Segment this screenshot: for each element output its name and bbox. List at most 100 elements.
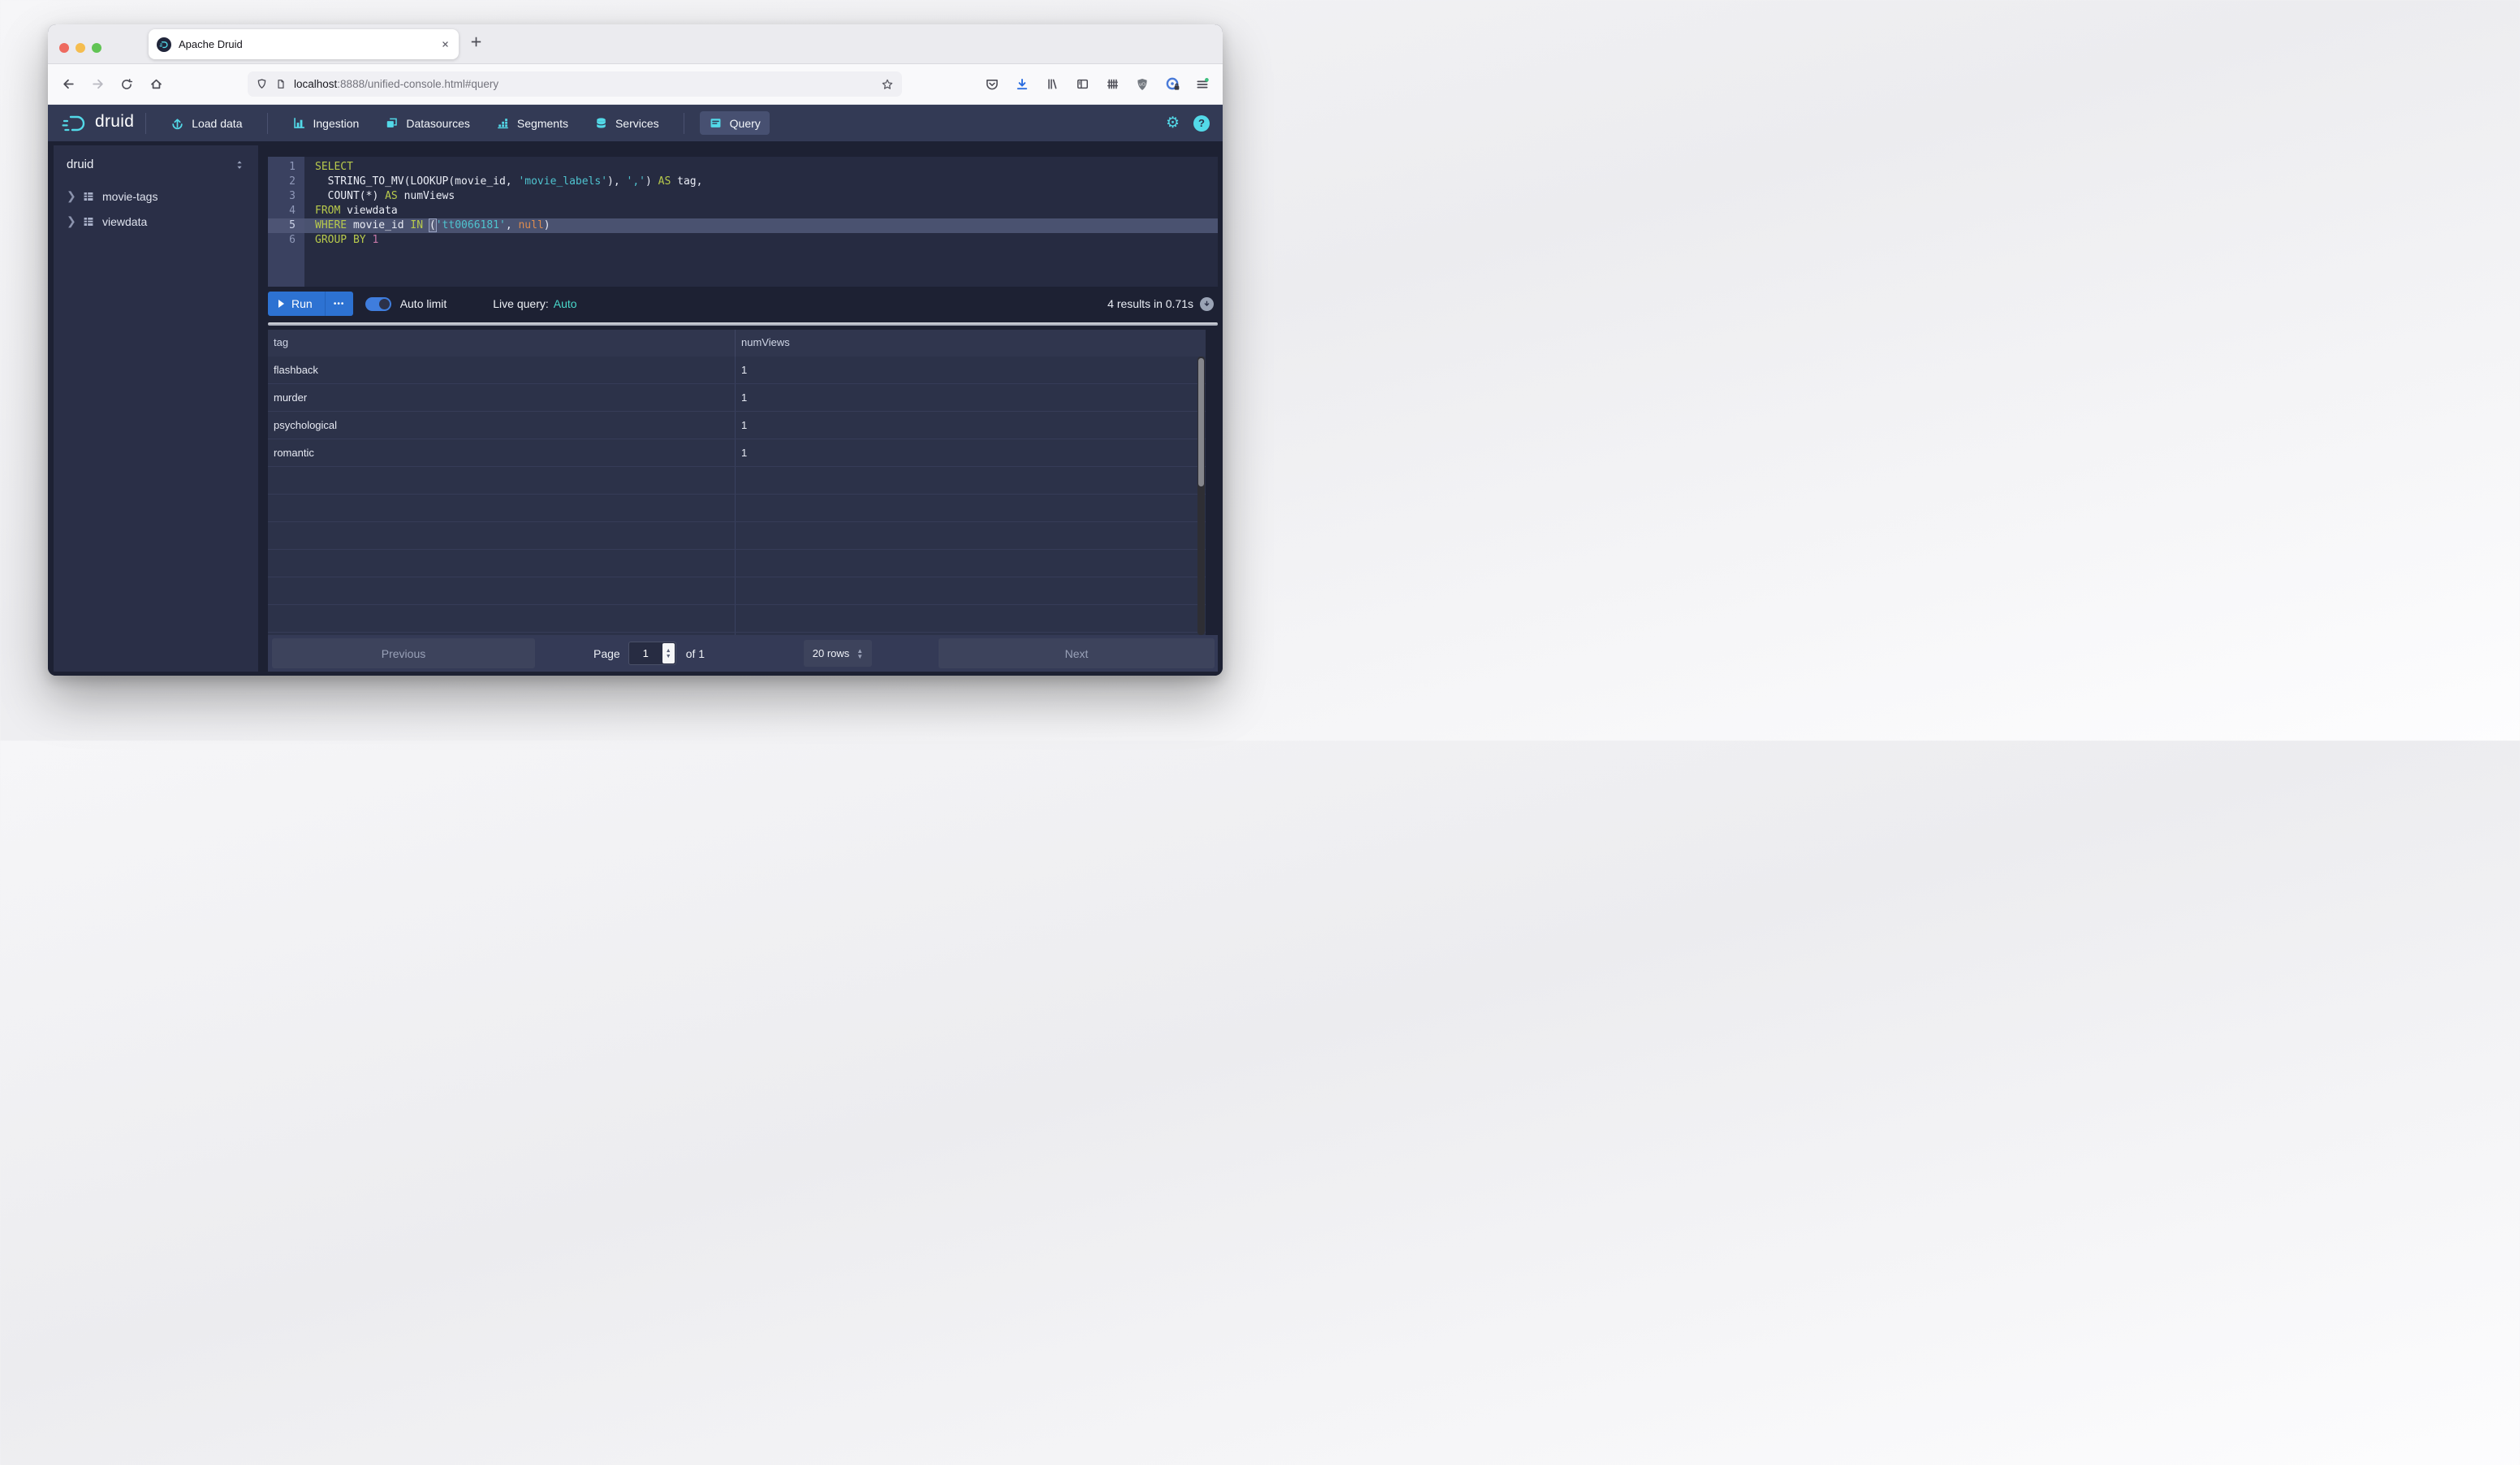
resize-splitter[interactable] [268, 322, 1218, 326]
code-line-content: GROUP BY 1 [304, 233, 1218, 248]
sql-editor[interactable]: 1SELECT2 STRING_TO_MV(LOOKUP(movie_id, '… [268, 157, 1218, 287]
previous-page-button[interactable]: Previous [272, 638, 535, 668]
forward-icon[interactable] [85, 72, 110, 97]
sidebar-table-movie-tags[interactable]: ❯ movie-tags [67, 184, 245, 209]
window-controls [59, 43, 101, 53]
page-spinner[interactable]: ▲▼ [662, 643, 675, 663]
nav-item-query[interactable]: Query [700, 111, 770, 135]
upload-icon [170, 116, 184, 130]
druid-logo[interactable]: druid [61, 113, 134, 134]
table-row[interactable]: murder1 [268, 384, 1206, 412]
back-icon[interactable] [56, 72, 80, 97]
chevron-right-icon[interactable]: ❯ [67, 214, 75, 228]
run-button[interactable]: Run [268, 292, 326, 316]
column-header-tag[interactable]: tag [268, 330, 736, 357]
nav-item-label: Segments [517, 117, 568, 130]
home-icon[interactable] [144, 72, 168, 97]
cell-tag[interactable]: flashback [268, 357, 736, 383]
bookmark-star-icon[interactable] [881, 78, 894, 91]
minimize-window-button[interactable] [76, 43, 85, 53]
live-query-label: Live query: [493, 297, 548, 310]
table-scrollbar[interactable] [1197, 357, 1205, 635]
cell-numviews[interactable]: 1 [736, 412, 1206, 439]
nav-separator [145, 113, 146, 134]
code-line-content: STRING_TO_MV(LOOKUP(movie_id, 'movie_lab… [304, 175, 1218, 189]
code-line-content: WHERE movie_id IN ('tt0066181', null) [304, 218, 1218, 233]
help-icon[interactable]: ? [1193, 115, 1210, 132]
download-icon[interactable] [1010, 72, 1034, 97]
page-number-input[interactable]: 1 ▲▼ [628, 642, 676, 665]
next-page-button[interactable]: Next [939, 638, 1215, 668]
nav-item-label: Services [615, 117, 659, 130]
browser-tab[interactable]: Apache Druid [149, 29, 459, 59]
sidebar-icon[interactable] [1070, 72, 1094, 97]
table-row-empty [268, 522, 1206, 550]
fence-icon[interactable] [1100, 72, 1124, 97]
line-number: 3 [268, 189, 304, 204]
nav-item-datasources[interactable]: Datasources [376, 111, 479, 135]
close-tab-icon[interactable] [440, 39, 451, 50]
table-name: viewdata [102, 215, 147, 228]
zoom-window-button[interactable] [92, 43, 101, 53]
code-line-4[interactable]: 4FROM viewdata [268, 204, 1218, 218]
nav-item-load-data[interactable]: Load data [162, 111, 251, 135]
toggle-knob [379, 299, 390, 309]
page-info-icon[interactable] [275, 78, 287, 90]
url-text[interactable]: localhost:8888/unified-console.html#quer… [294, 78, 874, 90]
url-host: localhost [294, 78, 337, 90]
chevron-right-icon[interactable]: ❯ [67, 189, 75, 203]
tab-title: Apache Druid [179, 38, 440, 50]
table-row-empty [268, 577, 1206, 605]
menu-icon[interactable] [1190, 72, 1215, 97]
download-results-icon[interactable] [1200, 297, 1214, 311]
table-row-empty [268, 550, 1206, 577]
reload-icon[interactable] [114, 72, 139, 97]
code-line-1[interactable]: 1SELECT [268, 160, 1218, 175]
cell-tag[interactable]: murder [268, 384, 736, 411]
code-line-3[interactable]: 3 COUNT(*) AS numViews [268, 189, 1218, 204]
druid-logo-icon [61, 113, 88, 134]
cell-tag[interactable]: romantic [268, 439, 736, 466]
shield-icon[interactable] [256, 78, 268, 90]
query-main: 1SELECT2 STRING_TO_MV(LOOKUP(movie_id, '… [268, 145, 1218, 672]
code-line-6[interactable]: 6GROUP BY 1 [268, 233, 1218, 248]
table-row[interactable]: romantic1 [268, 439, 1206, 467]
live-query-value[interactable]: Auto [554, 297, 577, 310]
sort-swap-vertical-icon[interactable] [234, 159, 245, 171]
pagination-center: Page 1 ▲▼ of 1 [593, 635, 705, 672]
code-line-2[interactable]: 2 STRING_TO_MV(LOOKUP(movie_id, 'movie_l… [268, 175, 1218, 189]
close-window-button[interactable] [59, 43, 69, 53]
cell-numviews[interactable]: 1 [736, 357, 1206, 383]
run-more-button[interactable]: ••• [326, 292, 353, 316]
library-icon[interactable] [1040, 72, 1064, 97]
table-row[interactable]: flashback1 [268, 357, 1206, 384]
new-tab-button[interactable] [468, 34, 484, 50]
nav-item-services[interactable]: Services [585, 111, 668, 135]
schema-sidebar: druid ❯movie-tags❯viewdata [54, 145, 258, 672]
table-name: movie-tags [102, 190, 158, 203]
line-number: 5 [268, 218, 304, 233]
auto-limit-toggle[interactable] [365, 297, 391, 311]
nav-item-ingestion[interactable]: Ingestion [283, 111, 369, 135]
cell-numviews[interactable]: 1 [736, 439, 1206, 466]
run-label: Run [291, 297, 313, 310]
nav-item-segments[interactable]: Segments [487, 111, 577, 135]
onepassword-icon[interactable] [1160, 72, 1184, 97]
nav-items: Load data Ingestion Datasources Segments Ser… [158, 111, 774, 135]
pocket-icon[interactable] [980, 72, 1004, 97]
sidebar-table-viewdata[interactable]: ❯ viewdata [67, 209, 245, 234]
cell-tag[interactable]: psychological [268, 412, 736, 439]
table-row[interactable]: psychological1 [268, 412, 1206, 439]
column-header-numviews[interactable]: numViews [736, 330, 1206, 357]
table-tree: ❯ movie-tags ❯ viewdata [67, 184, 245, 234]
url-bar[interactable]: localhost:8888/unified-console.html#quer… [248, 71, 902, 97]
code-line-5[interactable]: 5WHERE movie_id IN ('tt0066181', null) [268, 218, 1218, 233]
nav-item-label: Load data [192, 117, 242, 130]
scrollbar-thumb[interactable] [1198, 358, 1204, 486]
table-icon [82, 215, 95, 228]
ublock-icon[interactable]: uO [1130, 72, 1154, 97]
cell-numviews[interactable]: 1 [736, 384, 1206, 411]
nav-item-label: Datasources [406, 117, 470, 130]
settings-gear-icon[interactable]: ⚙ [1166, 114, 1180, 132]
rows-per-page-select[interactable]: 20 rows ▲▼ [804, 640, 872, 667]
